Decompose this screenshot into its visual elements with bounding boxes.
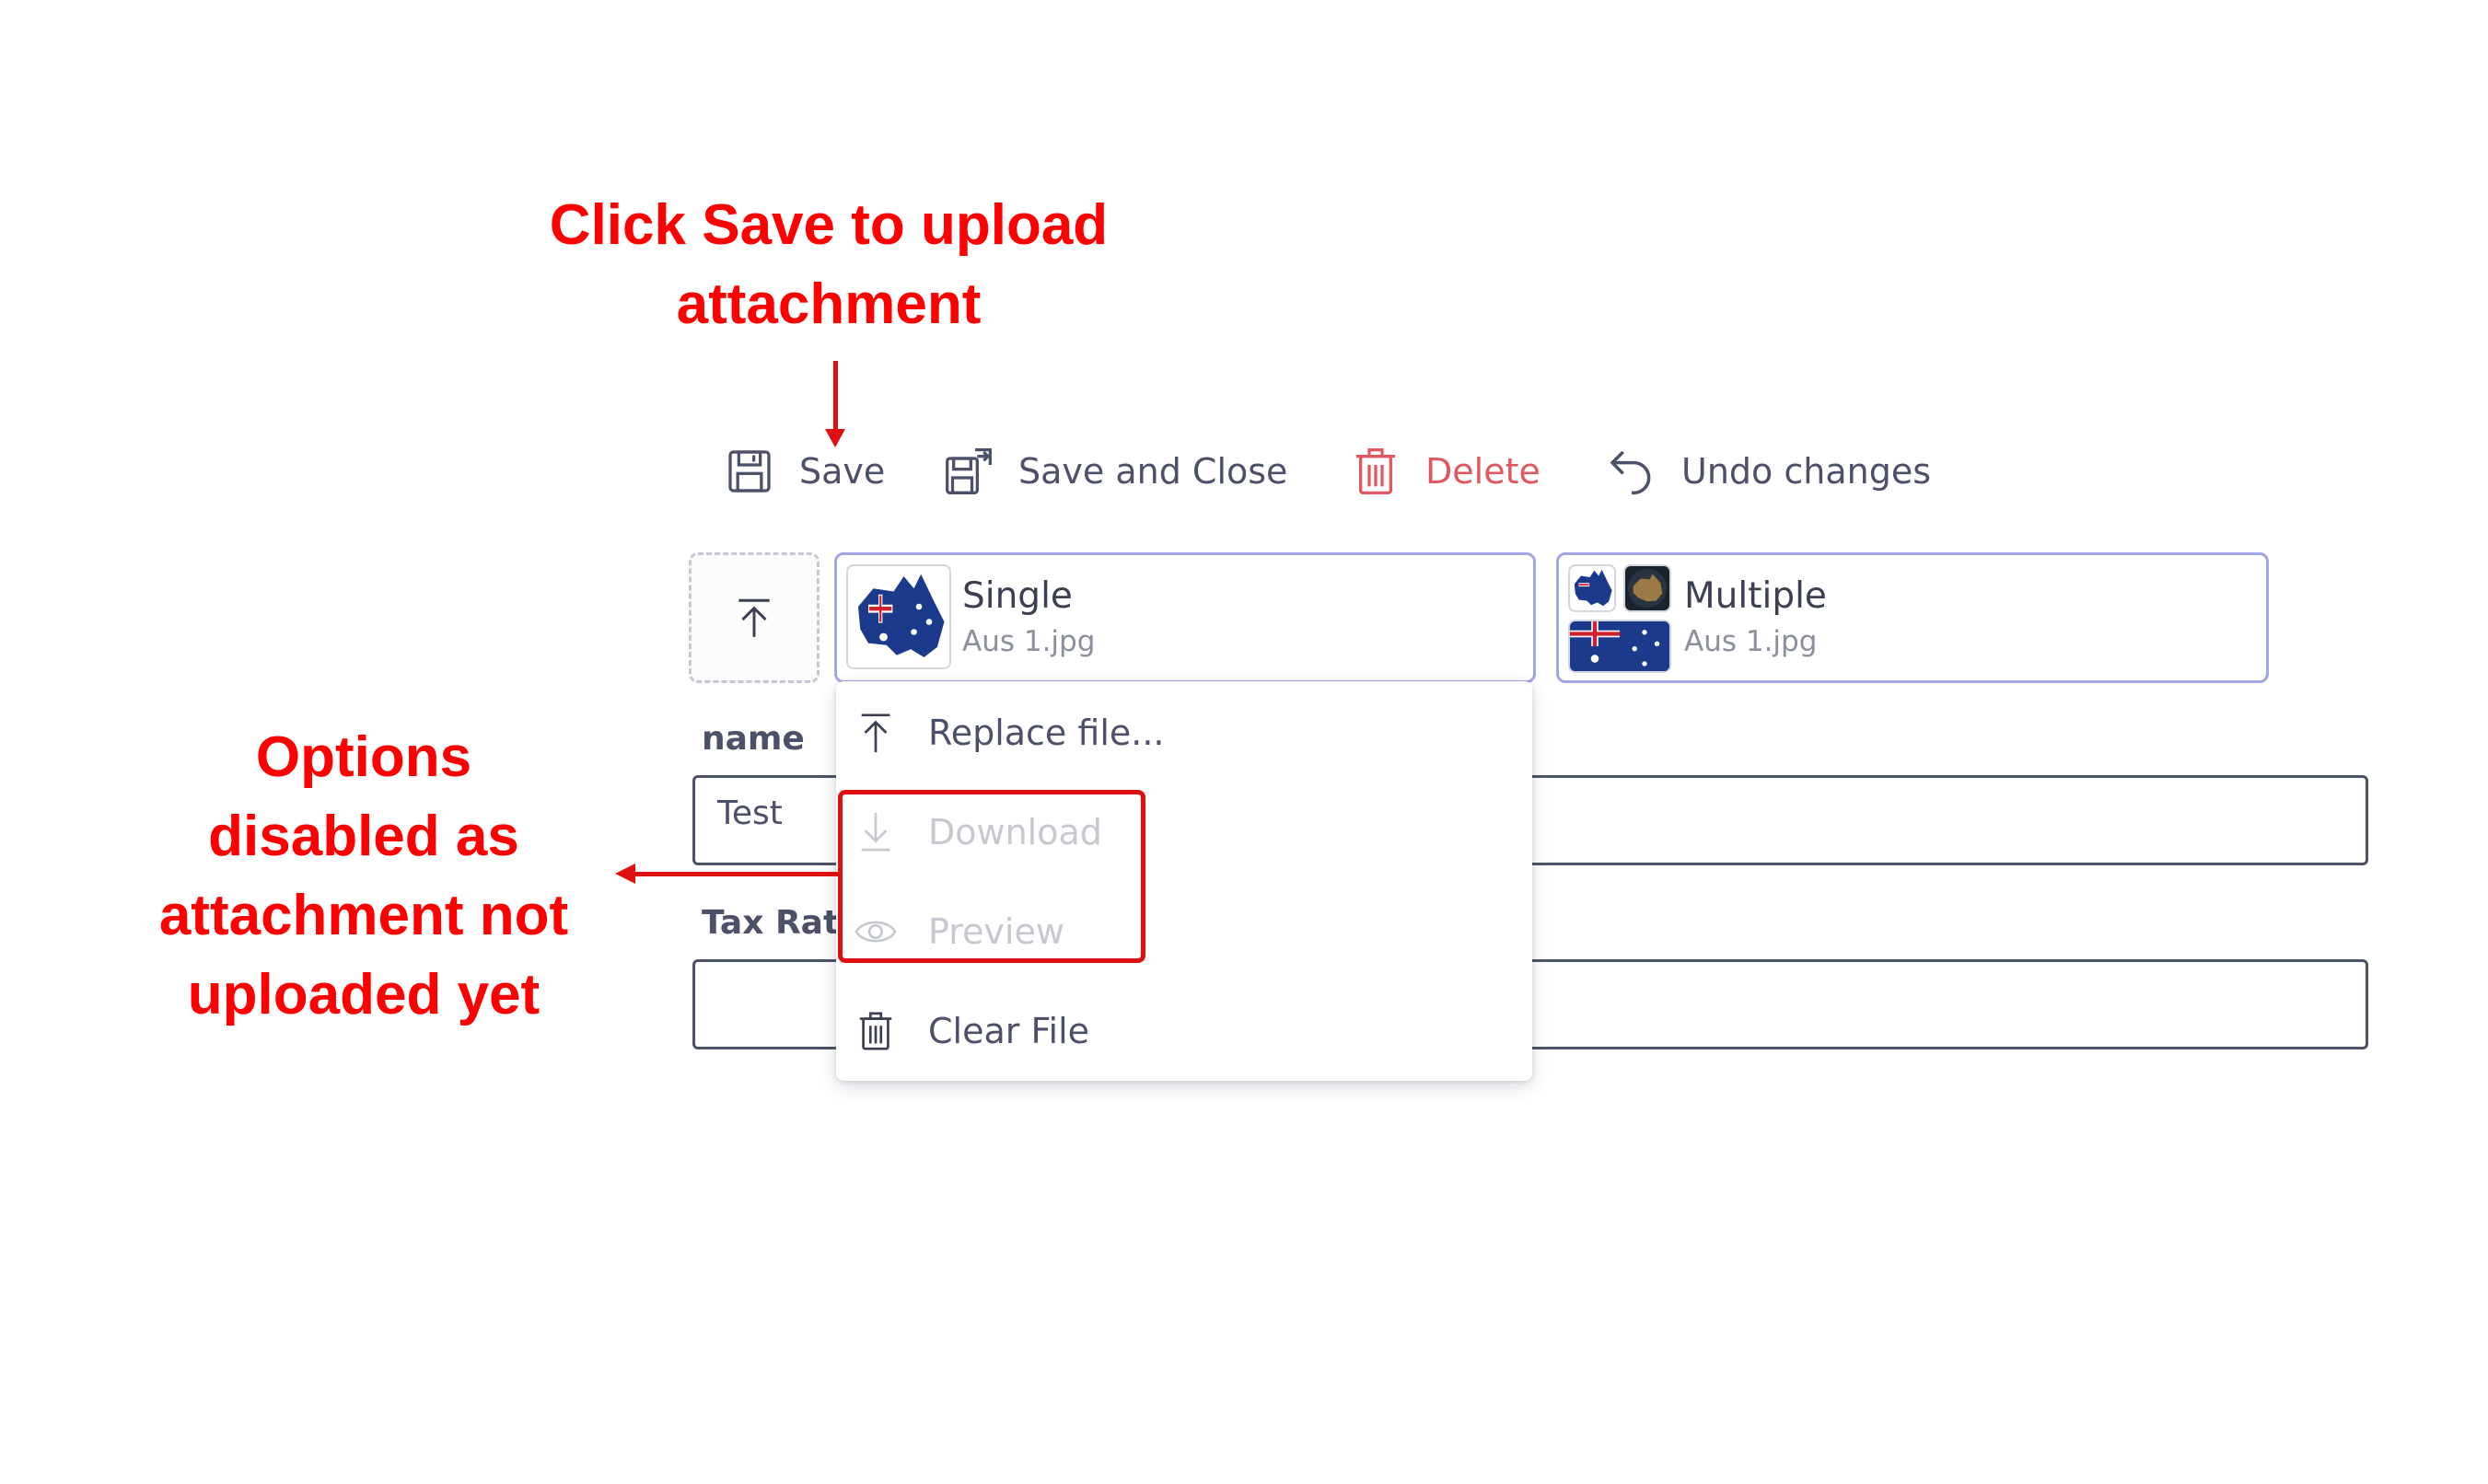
multiple-attachment-title: Multiple: [1684, 575, 1827, 617]
multiple-attachment-filename: Aus 1.jpg: [1684, 625, 1818, 658]
save-button[interactable]: Save: [724, 435, 885, 508]
save-annotation-line-2: attachment: [676, 272, 982, 336]
upload-icon: [861, 713, 890, 753]
name-field-value: Test: [717, 794, 783, 832]
australia-flag-image: [1570, 621, 1669, 671]
trash-icon: [859, 1012, 892, 1050]
disabled-annotation-line-1: Options: [255, 725, 472, 789]
single-attachment-title: Single: [962, 575, 1073, 617]
clear-file-label: Clear File: [928, 1011, 1090, 1051]
save-annotation: Click Save to upload attachment: [479, 186, 1179, 344]
trash-icon: [1356, 448, 1395, 494]
delete-label: Delete: [1425, 451, 1540, 492]
disabled-annotation-line-2: disabled as: [208, 805, 519, 868]
disabled-annotation: Options disabled as attachment not uploa…: [120, 718, 608, 1035]
single-attachment-card[interactable]: Single Aus 1.jpg: [834, 552, 1536, 683]
save-and-close-button[interactable]: Save and Close: [943, 435, 1287, 508]
save-close-icon: [946, 448, 992, 494]
disabled-annotation-line-3: attachment not: [158, 884, 569, 947]
upload-icon: [738, 598, 770, 637]
replace-file-label: Replace file...: [928, 713, 1165, 753]
disabled-annotation-arrow-shaft: [635, 872, 840, 876]
clear-file-menu-item[interactable]: Clear File: [855, 994, 1514, 1068]
single-attachment-thumbnail: [846, 564, 951, 669]
multiple-thumbnail-2: [1623, 564, 1671, 612]
multiple-attachment-card[interactable]: Multiple Aus 1.jpg: [1556, 552, 2269, 683]
tax-rate-field-label: Tax Rat: [702, 904, 840, 942]
undo-icon: [1610, 450, 1651, 495]
delete-button[interactable]: Delete: [1350, 435, 1540, 508]
disabled-options-highlight: [838, 790, 1145, 963]
save-and-close-label: Save and Close: [1018, 451, 1288, 492]
save-annotation-arrow-shaft: [833, 361, 838, 433]
save-annotation-line-1: Click Save to upload: [549, 193, 1109, 257]
undo-changes-label: Undo changes: [1681, 451, 1931, 492]
disabled-annotation-line-4: uploaded yet: [187, 963, 541, 1026]
floppy-disk-icon: [728, 450, 771, 493]
undo-changes-button[interactable]: Undo changes: [1606, 435, 1931, 508]
multiple-thumbnail-3: [1568, 620, 1671, 673]
upload-button[interactable]: [689, 552, 820, 683]
australia-satellite-image: [1627, 568, 1668, 609]
replace-file-menu-item[interactable]: Replace file...: [855, 696, 1514, 770]
australia-flag-map-image: [1574, 569, 1612, 607]
single-attachment-filename: Aus 1.jpg: [962, 625, 1096, 658]
save-label: Save: [799, 451, 886, 492]
name-field-label: name: [702, 720, 805, 758]
multiple-thumbnail-1: [1568, 564, 1616, 612]
australia-flag-map-image: [858, 574, 945, 657]
disabled-annotation-arrow-head: [615, 864, 635, 884]
